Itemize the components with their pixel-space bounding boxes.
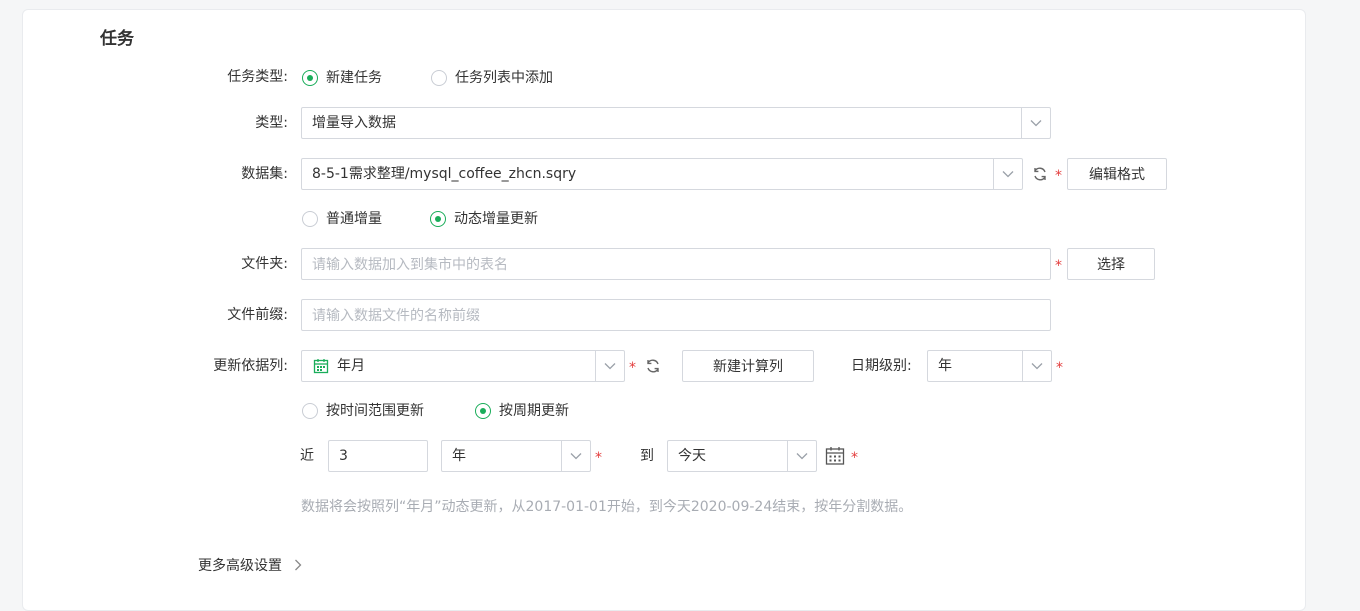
period-unit-select[interactable]: 年 bbox=[441, 440, 591, 472]
required-mark: * bbox=[1055, 258, 1062, 274]
radio-circle-unchecked bbox=[302, 211, 318, 227]
period-unit-value: 年 bbox=[452, 448, 466, 464]
select-folder-button[interactable]: 选择 bbox=[1067, 248, 1155, 280]
calendar-icon[interactable] bbox=[824, 445, 846, 467]
file-prefix-label: 文件前缀: bbox=[227, 307, 288, 323]
required-mark: * bbox=[629, 360, 636, 376]
chevron-down-icon bbox=[787, 441, 816, 471]
radio-periodic[interactable]: 按周期更新 bbox=[475, 401, 569, 421]
advanced-settings-toggle[interactable]: 更多高级设置 bbox=[198, 555, 302, 575]
radio-circle-checked bbox=[302, 70, 318, 86]
radio-add-from-list[interactable]: 任务列表中添加 bbox=[431, 68, 553, 88]
recent-label: 近 bbox=[300, 448, 314, 464]
file-prefix-input-placeholder: 请输入数据文件的名称前缀 bbox=[312, 308, 480, 324]
dataset-label: 数据集: bbox=[241, 166, 288, 182]
period-count-value: 3 bbox=[339, 448, 348, 464]
required-mark: * bbox=[1056, 360, 1063, 376]
chevron-down-icon bbox=[1022, 351, 1051, 381]
task-type-label: 任务类型: bbox=[227, 69, 288, 85]
chevron-down-icon bbox=[993, 159, 1022, 189]
required-mark: * bbox=[1055, 168, 1062, 184]
radio-periodic-label: 按周期更新 bbox=[499, 403, 569, 419]
radio-dynamic-increment-label: 动态增量更新 bbox=[454, 211, 538, 227]
folder-label: 文件夹: bbox=[241, 256, 288, 272]
type-label: 类型: bbox=[255, 115, 288, 131]
radio-circle-unchecked bbox=[302, 403, 318, 419]
update-column-select[interactable]: 年月 bbox=[301, 350, 625, 382]
to-label: 到 bbox=[640, 448, 654, 464]
refresh-icon[interactable] bbox=[1031, 165, 1049, 183]
radio-circle-checked bbox=[475, 403, 491, 419]
radio-add-from-list-label: 任务列表中添加 bbox=[455, 70, 553, 86]
type-select[interactable]: 增量导入数据 bbox=[301, 107, 1051, 139]
new-calc-column-button[interactable]: 新建计算列 bbox=[682, 350, 814, 382]
update-column-label: 更新依据列: bbox=[213, 358, 288, 374]
date-level-label: 日期级别: bbox=[851, 358, 912, 374]
section-title: 任务 bbox=[100, 29, 134, 49]
period-count-input[interactable]: 3 bbox=[328, 440, 428, 472]
advanced-settings-label: 更多高级设置 bbox=[198, 558, 282, 574]
radio-new-task[interactable]: 新建任务 bbox=[302, 68, 382, 88]
chevron-down-icon bbox=[1021, 108, 1050, 138]
radio-time-range[interactable]: 按时间范围更新 bbox=[302, 401, 424, 421]
radio-dynamic-increment[interactable]: 动态增量更新 bbox=[430, 209, 538, 229]
chevron-down-icon bbox=[561, 441, 590, 471]
folder-input[interactable]: 请输入数据加入到集市中的表名 bbox=[301, 248, 1051, 280]
required-mark: * bbox=[595, 450, 602, 466]
file-prefix-input[interactable]: 请输入数据文件的名称前缀 bbox=[301, 299, 1051, 331]
date-level-value: 年 bbox=[938, 358, 952, 374]
update-hint-text: 数据将会按照列“年月”动态更新，从2017-01-01开始，到今天2020-09… bbox=[301, 499, 913, 515]
chevron-down-icon bbox=[595, 351, 624, 381]
radio-new-task-label: 新建任务 bbox=[326, 70, 382, 86]
period-end-select[interactable]: 今天 bbox=[667, 440, 817, 472]
date-level-select[interactable]: 年 bbox=[927, 350, 1052, 382]
type-select-value: 增量导入数据 bbox=[312, 115, 396, 131]
refresh-icon[interactable] bbox=[644, 357, 662, 375]
chevron-right-icon bbox=[294, 559, 302, 571]
update-column-value: 年月 bbox=[337, 358, 365, 374]
radio-normal-increment[interactable]: 普通增量 bbox=[302, 209, 382, 229]
folder-input-placeholder: 请输入数据加入到集市中的表名 bbox=[312, 257, 508, 273]
dataset-select-value: 8-5-1需求整理/mysql_coffee_zhcn.sqry bbox=[312, 166, 577, 182]
radio-circle-unchecked bbox=[431, 70, 447, 86]
required-mark: * bbox=[851, 450, 858, 466]
radio-time-range-label: 按时间范围更新 bbox=[326, 403, 424, 419]
edit-format-button[interactable]: 编辑格式 bbox=[1067, 158, 1167, 190]
period-end-value: 今天 bbox=[678, 448, 706, 464]
calendar-field-icon bbox=[302, 358, 329, 374]
radio-normal-increment-label: 普通增量 bbox=[326, 211, 382, 227]
dataset-select[interactable]: 8-5-1需求整理/mysql_coffee_zhcn.sqry bbox=[301, 158, 1023, 190]
radio-circle-checked bbox=[430, 211, 446, 227]
